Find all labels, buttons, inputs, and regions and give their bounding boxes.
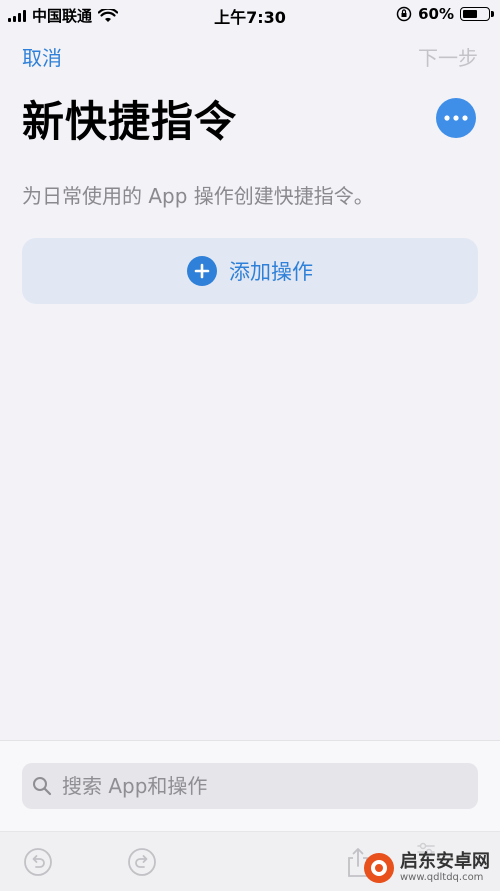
more-options-button[interactable] bbox=[436, 98, 476, 138]
search-input[interactable] bbox=[60, 773, 444, 799]
watermark-name: 启东安卓网 bbox=[400, 851, 490, 872]
plus-icon bbox=[187, 256, 217, 286]
page-subtitle: 为日常使用的 App 操作创建快捷指令。 bbox=[22, 184, 374, 208]
status-bar: 中国联通 上午7:30 60% bbox=[0, 0, 500, 28]
site-watermark: 启东安卓网 www.qdltdq.com bbox=[364, 853, 490, 883]
status-right: 60% bbox=[396, 5, 494, 23]
cancel-button[interactable]: 取消 bbox=[22, 42, 62, 71]
add-action-label: 添加操作 bbox=[229, 260, 313, 284]
redo-button[interactable] bbox=[126, 846, 158, 878]
watermark-url: www.qdltdq.com bbox=[400, 872, 484, 883]
battery-icon bbox=[460, 7, 494, 21]
add-action-button[interactable]: 添加操作 bbox=[22, 238, 478, 304]
watermark-logo-icon bbox=[364, 853, 394, 883]
next-button[interactable]: 下一步 bbox=[418, 42, 478, 71]
undo-button[interactable] bbox=[22, 846, 54, 878]
orientation-lock-icon bbox=[396, 6, 412, 22]
battery-percent: 60% bbox=[418, 5, 454, 23]
search-field[interactable] bbox=[22, 763, 478, 809]
undo-icon bbox=[24, 848, 52, 876]
ellipsis-icon bbox=[444, 115, 468, 121]
search-icon bbox=[32, 776, 52, 796]
page-title: 新快捷指令 bbox=[22, 97, 238, 146]
redo-icon bbox=[128, 848, 156, 876]
